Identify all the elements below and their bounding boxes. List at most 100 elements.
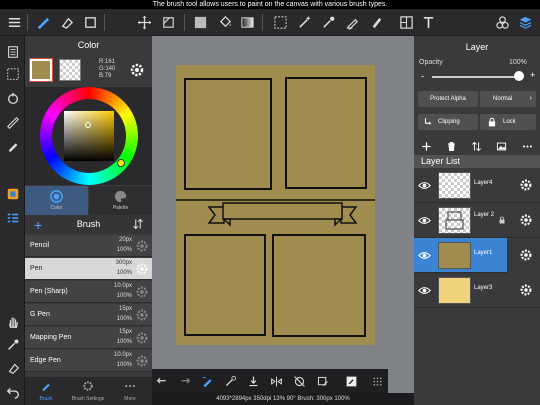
blend-mode-select[interactable]: Normal › <box>480 91 536 107</box>
opacity-increase-button[interactable]: + <box>530 70 535 80</box>
eraser-side-icon[interactable] <box>3 358 22 377</box>
reorder-layer-icon[interactable] <box>469 139 483 153</box>
canvas-area[interactable] <box>152 36 414 369</box>
pen-icon[interactable] <box>3 136 22 155</box>
layer-row-layer4[interactable]: Layer4 <box>414 168 540 203</box>
saturation-value-square[interactable] <box>64 111 114 161</box>
list-panel-icon[interactable] <box>3 208 22 227</box>
add-layer-icon[interactable] <box>419 139 433 153</box>
snap-off-icon[interactable] <box>291 373 307 389</box>
import-icon[interactable] <box>245 373 261 389</box>
tab-palette[interactable]: Palette <box>89 186 152 215</box>
clipping-button[interactable]: Clipping <box>418 114 478 130</box>
brush-item-pen-sharp[interactable]: Pen (Sharp) 10.0px 100% <box>25 281 152 303</box>
primary-color-swatch[interactable] <box>29 58 53 82</box>
tab-color[interactable]: Color <box>25 186 88 215</box>
drawing-canvas[interactable] <box>176 65 375 345</box>
more-options-icon[interactable] <box>520 139 534 153</box>
gear-icon[interactable] <box>519 178 533 192</box>
move-icon[interactable] <box>134 12 154 32</box>
undo-side-icon[interactable] <box>3 382 22 401</box>
sort-icon[interactable] <box>132 218 144 230</box>
color-panel-icon[interactable] <box>3 184 22 203</box>
tab-brush[interactable]: Brush <box>25 377 67 405</box>
text-icon[interactable] <box>418 12 438 32</box>
opacity-slider-knob[interactable] <box>514 71 524 81</box>
gear-icon[interactable] <box>135 285 149 299</box>
edit-icon[interactable] <box>343 373 359 389</box>
secondary-color-swatch[interactable] <box>59 59 81 81</box>
brush-item-g-pen[interactable]: G Pen 15px 100% <box>25 304 152 326</box>
magic-wand-icon[interactable] <box>294 12 314 32</box>
hand-icon[interactable] <box>3 312 22 331</box>
brush-opacity: 100% <box>116 316 132 322</box>
gear-icon[interactable] <box>135 331 149 345</box>
eyedropper-side-icon[interactable] <box>3 335 22 354</box>
brush-icon[interactable] <box>32 12 52 32</box>
brush-item-edge-pen[interactable]: Edge Pen 10.0px 100% <box>25 350 152 372</box>
rotate-icon[interactable] <box>3 89 22 108</box>
bucket-icon[interactable] <box>215 12 235 32</box>
frame-icon[interactable] <box>396 12 416 32</box>
tab-more[interactable]: More <box>109 377 151 405</box>
eyedropper-icon[interactable] <box>318 12 338 32</box>
brush-size: 10.0px <box>113 352 132 358</box>
eraser-icon[interactable] <box>56 12 76 32</box>
dropper-icon[interactable] <box>222 373 238 389</box>
delete-layer-icon[interactable] <box>444 139 458 153</box>
layer-thumbnail <box>438 277 471 304</box>
eye-icon[interactable] <box>418 249 431 262</box>
brush-fill-icon[interactable] <box>366 12 386 32</box>
layer-row-layer1[interactable]: Layer1 <box>414 238 507 273</box>
eye-icon[interactable] <box>418 179 431 192</box>
menu-icon[interactable] <box>4 12 24 32</box>
gear-icon[interactable] <box>519 213 533 227</box>
gear-icon[interactable] <box>519 248 533 262</box>
gear-icon[interactable] <box>135 239 149 253</box>
fill-color-icon[interactable] <box>190 12 210 32</box>
brush-item-mapping-pen[interactable]: Mapping Pen 15px 100% <box>25 327 152 349</box>
selection-icon[interactable] <box>3 64 22 83</box>
hue-marker[interactable] <box>117 159 125 167</box>
transform-icon[interactable] <box>158 12 178 32</box>
stabilizer-icon[interactable] <box>199 373 215 389</box>
grid-icon[interactable] <box>369 373 385 389</box>
gear-icon[interactable] <box>135 308 149 322</box>
layer-row-layer2[interactable]: Layer 2 <box>414 203 540 238</box>
gear-icon[interactable] <box>135 354 149 368</box>
layers-icon[interactable] <box>515 12 535 32</box>
clipping-icon <box>425 118 432 125</box>
gear-icon[interactable] <box>519 283 533 297</box>
protect-alpha-button[interactable]: Protect Alpha <box>418 91 478 107</box>
brush-name: Pencil <box>30 242 50 249</box>
clear-icon[interactable] <box>314 373 330 389</box>
undo-icon[interactable] <box>154 373 170 389</box>
gradient-icon[interactable] <box>237 12 257 32</box>
tab-more-label: More <box>124 396 136 402</box>
eye-icon[interactable] <box>418 284 431 297</box>
redo-icon[interactable] <box>176 373 192 389</box>
brush-opacity: 100% <box>116 362 132 368</box>
image-layer-icon[interactable] <box>494 139 508 153</box>
tab-brush-settings[interactable]: Brush Settings <box>67 377 109 405</box>
sv-marker[interactable] <box>85 122 91 128</box>
eye-icon[interactable] <box>418 214 431 227</box>
square-icon[interactable] <box>80 12 100 32</box>
brush-settings-icon <box>83 381 93 391</box>
blend-mode-value: Normal <box>493 96 513 102</box>
ruler-icon[interactable] <box>3 113 22 132</box>
lasso-icon[interactable] <box>270 12 290 32</box>
pen-fill-icon[interactable] <box>342 12 362 32</box>
opacity-slider[interactable] <box>432 76 518 78</box>
materials-icon[interactable] <box>492 12 512 32</box>
lock-button[interactable]: Lock <box>480 114 536 130</box>
gear-icon[interactable] <box>129 62 145 78</box>
brush-item-pencil[interactable]: Pencil 20px 100% <box>25 235 152 257</box>
flip-icon[interactable] <box>268 373 284 389</box>
layer-row-layer3[interactable]: Layer3 <box>414 273 540 308</box>
brush-item-pen[interactable]: Pen 300px 100% <box>25 258 152 280</box>
pages-icon[interactable] <box>3 42 22 61</box>
layer-list-title: Layer List <box>414 155 540 168</box>
opacity-decrease-button[interactable]: - <box>421 71 424 81</box>
gear-icon[interactable] <box>135 262 149 276</box>
